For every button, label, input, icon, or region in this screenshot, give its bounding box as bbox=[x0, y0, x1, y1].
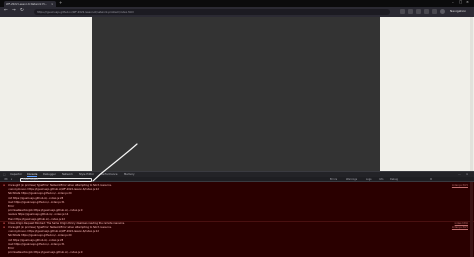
console-row[interactable]: promiseReactionJob https://igualcuajo.gi… bbox=[0, 251, 474, 255]
account-icon[interactable] bbox=[440, 9, 445, 14]
tab-title: WF-2022 Lesson 6 Network Pr... bbox=[6, 2, 48, 6]
back-icon[interactable]: ← bbox=[4, 8, 8, 14]
filter-icon[interactable]: ▾ bbox=[11, 178, 12, 181]
console-message: promiseReactionJob https://igualcuajo.gi… bbox=[8, 251, 83, 255]
tab-bar: WF-2022 Lesson 6 Network Pr... × + – □ × bbox=[0, 0, 474, 7]
filter-warnings[interactable]: Warnings bbox=[346, 178, 357, 181]
error-icon: ⊗ bbox=[3, 226, 6, 229]
profile-label: Navigation bbox=[450, 9, 467, 13]
console-row[interactable]: init https://igualcuajo.github.io/...ind… bbox=[0, 197, 474, 201]
error-icon: ⊗ bbox=[3, 184, 6, 187]
reload-icon[interactable]: ↻ bbox=[20, 8, 24, 14]
page-scrollbar[interactable] bbox=[470, 17, 473, 171]
maximize-icon[interactable]: □ bbox=[459, 0, 462, 5]
source-link[interactable]: index.js:34:5 bbox=[452, 226, 468, 230]
console-message: resolve https://igualcuajo.github.io/...… bbox=[8, 213, 69, 217]
url-bar[interactable]: https://igualcuajo.github.io/WF-2022-les… bbox=[34, 9, 390, 15]
console-scrollbar[interactable] bbox=[470, 182, 473, 257]
tab-inspector[interactable]: Inspector bbox=[10, 173, 22, 176]
filter-info[interactable]: Info bbox=[379, 178, 384, 181]
tab-style-editor[interactable]: Style Editor bbox=[79, 173, 94, 176]
console-row[interactable]: init https://igualcuajo.github.io/...ind… bbox=[0, 239, 474, 243]
settings-icon[interactable]: ⚙ bbox=[430, 178, 432, 181]
console-output: ⊗ Uncaught (in promise) TypeError: Networ… bbox=[0, 182, 474, 257]
tab-memory[interactable]: Memory bbox=[124, 173, 135, 176]
console-message: init https://igualcuajo.github.io/...ind… bbox=[8, 196, 64, 200]
new-tab-icon[interactable]: + bbox=[59, 1, 62, 5]
console-row[interactable]: ⊗ Cross-Origin Request Blocked: The Same … bbox=[0, 222, 474, 226]
console-message: fetchData https://igualcuajo.github.io/.… bbox=[8, 234, 72, 238]
tab-network[interactable]: Network bbox=[62, 173, 73, 176]
download-icon[interactable] bbox=[424, 9, 429, 14]
source-link[interactable]: index.js:34:5 bbox=[452, 184, 468, 188]
console-message: load https://igualcuajo.github.io/...ind… bbox=[8, 200, 65, 204]
window-close-icon[interactable]: × bbox=[466, 0, 469, 5]
extension-icon[interactable] bbox=[432, 9, 437, 14]
filter-debug[interactable]: Debug bbox=[390, 178, 398, 181]
minimize-icon[interactable]: – bbox=[452, 0, 454, 5]
page-viewport bbox=[0, 17, 474, 171]
console-row[interactable]: fetchData https://igualcuajo.github.io/.… bbox=[0, 234, 474, 238]
devtools-picker-icon[interactable]: ⬚ bbox=[3, 173, 5, 176]
tab-debugger[interactable]: Debugger bbox=[43, 173, 56, 176]
extension-icon[interactable] bbox=[400, 9, 405, 14]
console-message: fetchData https://igualcuajo.github.io/.… bbox=[8, 192, 72, 196]
trash-icon[interactable]: ⌫ bbox=[4, 178, 7, 181]
url-text: https://igualcuajo.github.io/WF-2022-les… bbox=[37, 10, 134, 14]
console-message: load https://igualcuajo.github.io/...ind… bbox=[8, 242, 65, 246]
error-icon: ⊗ bbox=[3, 221, 6, 225]
close-icon[interactable]: × bbox=[51, 2, 54, 6]
console-row[interactable]: fetchData https://igualcuajo.github.io/.… bbox=[0, 192, 474, 196]
console-row[interactable]: promiseReactionJob https://igualcuajo.gi… bbox=[0, 209, 474, 213]
game-canvas[interactable] bbox=[92, 17, 380, 171]
console-row[interactable]: load https://igualcuajo.github.io/...ind… bbox=[0, 243, 474, 247]
filter-input[interactable]: Filter Output bbox=[20, 177, 92, 182]
nav-bar: ← → ↻ https://igualcuajo.github.io/WF-20… bbox=[0, 7, 474, 17]
console-message: init https://igualcuajo.github.io/...ind… bbox=[8, 238, 64, 242]
filter-logs[interactable]: Logs bbox=[366, 178, 372, 181]
devtools-close-icon[interactable]: × bbox=[466, 173, 468, 176]
console-message: Cross-Origin Request Blocked: The Same O… bbox=[8, 221, 125, 225]
extension-icon[interactable] bbox=[408, 9, 413, 14]
forward-icon[interactable]: → bbox=[12, 8, 16, 14]
filter-errors[interactable]: Errors bbox=[330, 178, 337, 181]
console-row[interactable]: resolve https://igualcuajo.github.io/...… bbox=[0, 213, 474, 217]
console-row[interactable]: load https://igualcuajo.github.io/...ind… bbox=[0, 201, 474, 205]
source-link[interactable]: index.html bbox=[455, 222, 468, 226]
devtools-menu-icon[interactable]: ⋯ bbox=[458, 173, 461, 176]
extension-icon[interactable] bbox=[416, 9, 421, 14]
tab-performance[interactable]: Performance bbox=[101, 173, 117, 176]
